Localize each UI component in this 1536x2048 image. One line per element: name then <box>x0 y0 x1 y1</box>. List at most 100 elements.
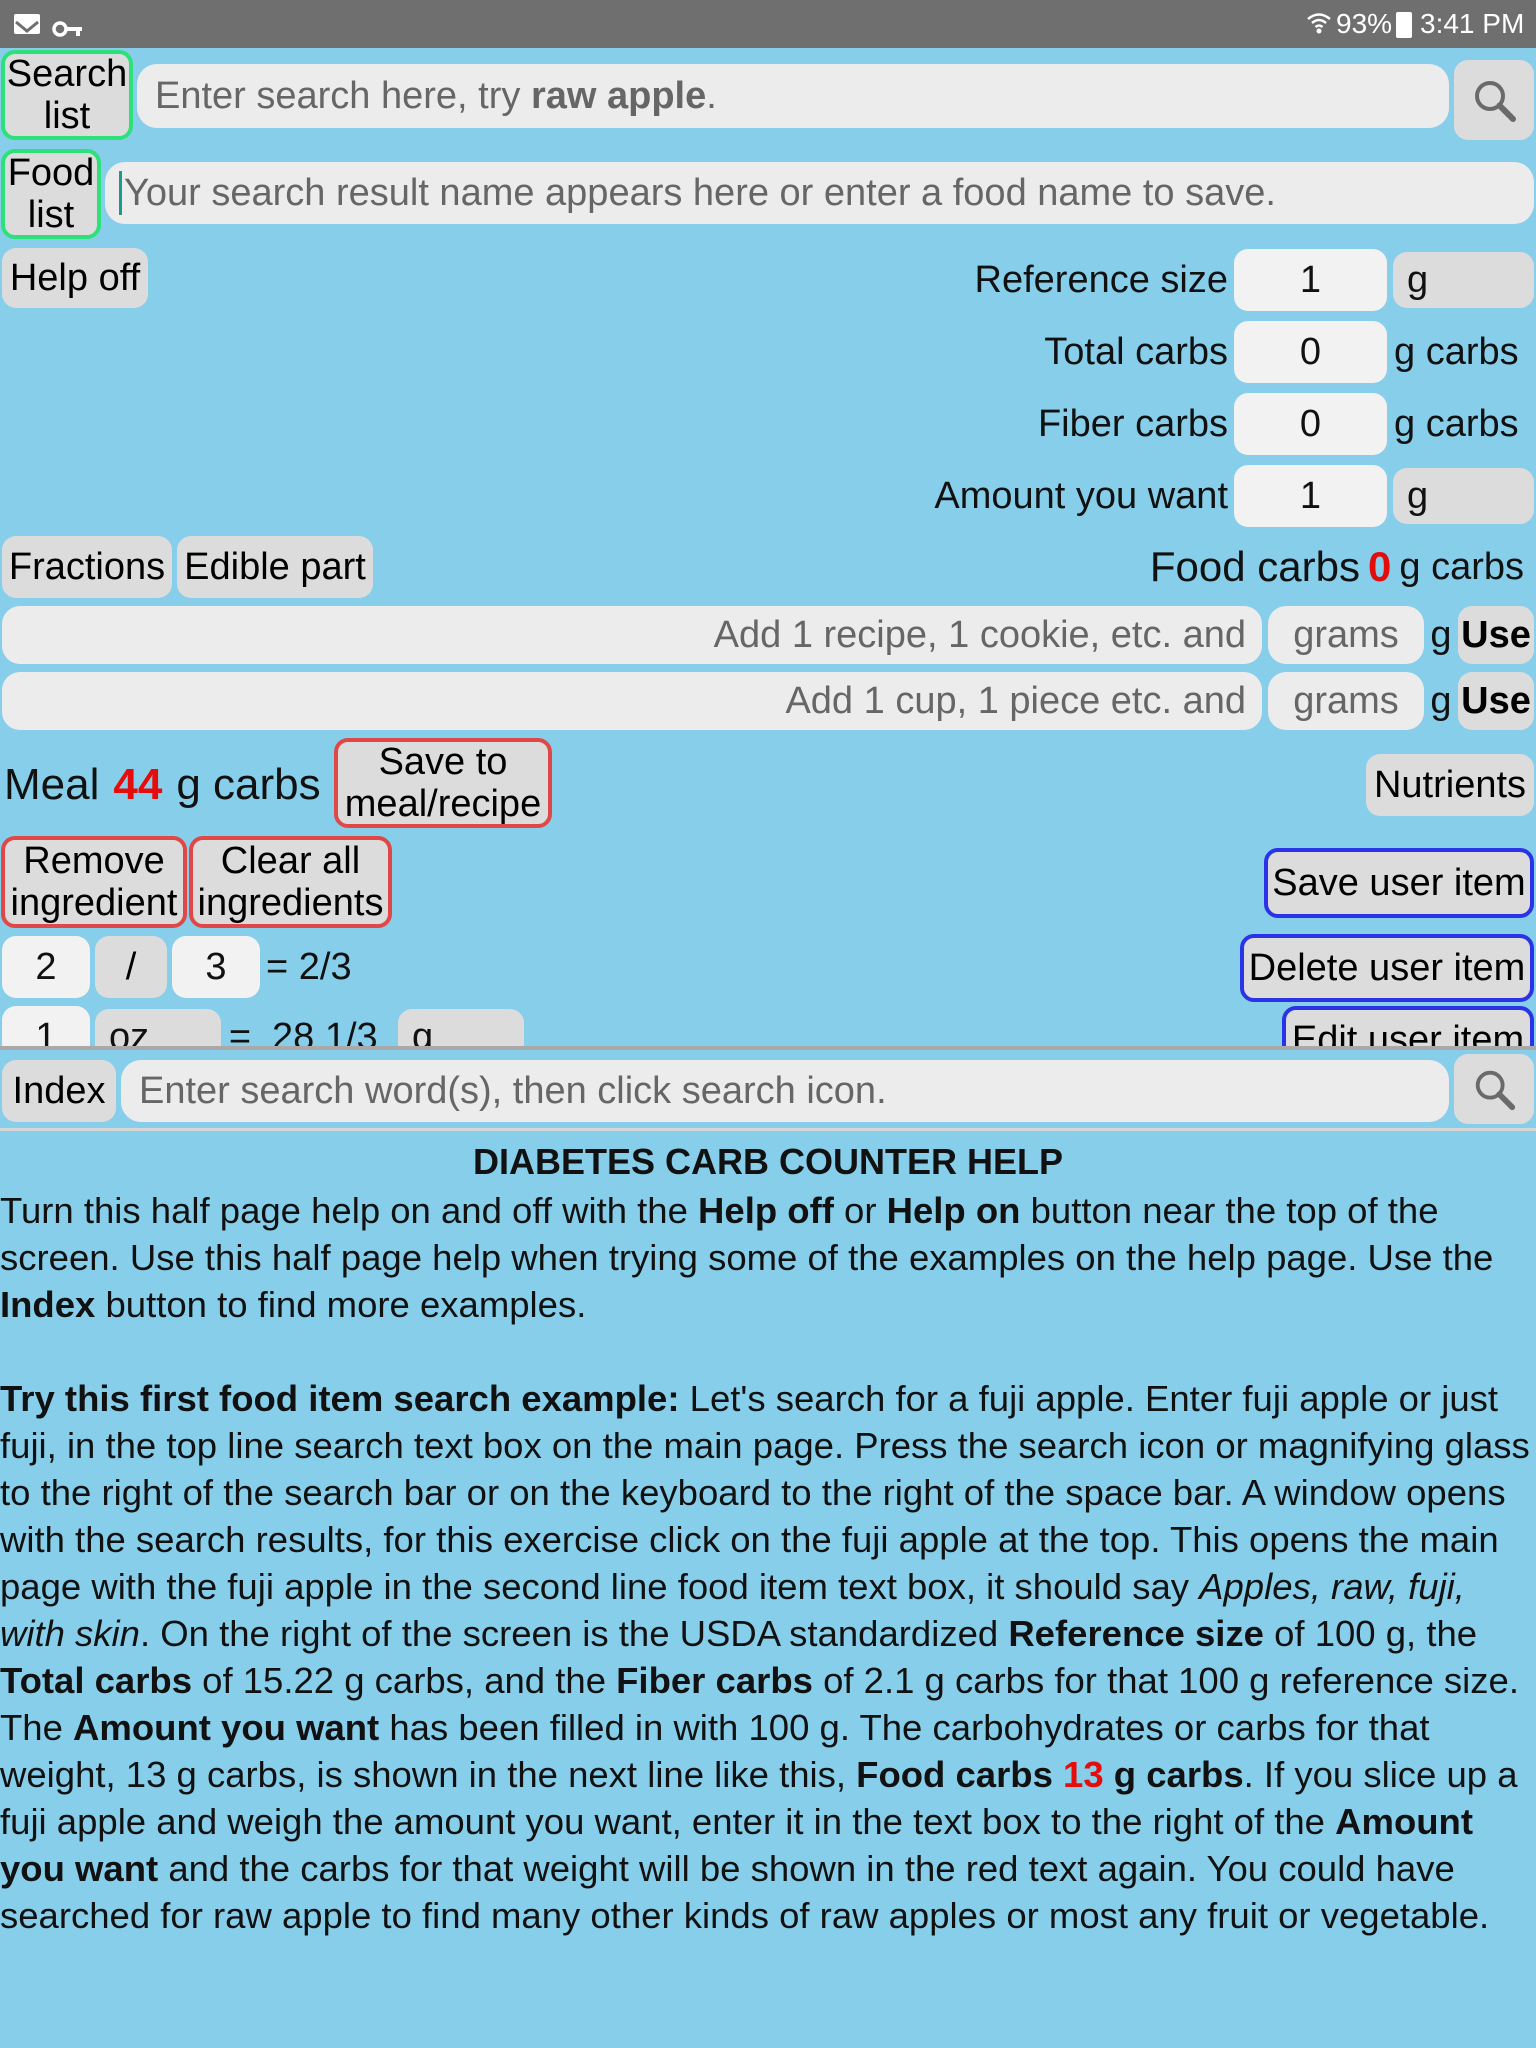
help-text-run: Try this first food item search example: <box>0 1378 680 1419</box>
meal-readout: Meal 44 g carbs <box>4 752 332 818</box>
add-cup-placeholder: Add 1 cup, 1 piece etc. and <box>785 679 1246 722</box>
help-text-run: Fiber carbs <box>616 1660 813 1701</box>
search-button[interactable] <box>1454 60 1534 140</box>
fraction-denominator-input[interactable]: 3 <box>172 936 260 998</box>
food-list-button[interactable]: Food list <box>1 149 101 239</box>
convert-result: 28 1/3 <box>272 1015 378 1047</box>
help-text-run: Help on <box>886 1190 1021 1231</box>
reference-size-unit-select[interactable]: g <box>1393 252 1534 308</box>
index-search-placeholder: Enter search word(s), then click search … <box>139 1069 887 1112</box>
help-text-run: of 100 g, the <box>1263 1613 1478 1654</box>
add-recipe-grams-input[interactable]: grams <box>1268 606 1424 664</box>
search-icon <box>1475 81 1516 122</box>
add-recipe-input[interactable]: Add 1 recipe, 1 cookie, etc. and <box>2 606 1262 664</box>
battery-icon <box>1396 12 1412 38</box>
index-search-button[interactable] <box>1454 1054 1534 1124</box>
add-cup-use-button[interactable]: Use <box>1458 672 1534 730</box>
food-name-placeholder: Your search result name appears here or … <box>124 171 1276 214</box>
add-recipe-placeholder: Add 1 recipe, 1 cookie, etc. and <box>713 613 1246 656</box>
save-user-item-button[interactable]: Save user item <box>1264 848 1534 918</box>
reference-size-input[interactable]: 1 <box>1234 249 1387 311</box>
clear-all-ingredients-button[interactable]: Clear all ingredients <box>189 836 392 928</box>
amount-label: Amount you want <box>934 474 1228 517</box>
convert-unit2-select[interactable]: g <box>398 1009 524 1046</box>
save-to-meal-button[interactable]: Save to meal/recipe <box>334 738 552 828</box>
search-placeholder-end: . <box>706 74 717 117</box>
battery-percent: 93% <box>1336 8 1393 39</box>
help-text-run: and the carbs for that weight will be sh… <box>0 1848 1490 1936</box>
edible-part-button[interactable]: Edible part <box>177 536 373 598</box>
status-bar: 93% 3:41 PM <box>0 0 1536 48</box>
help-text-run: of 15.22 g carbs, and the <box>192 1660 617 1701</box>
wifi-icon <box>1306 10 1332 36</box>
divider <box>0 1046 1536 1050</box>
help-spacer <box>0 1328 1536 1375</box>
help-off-button[interactable]: Help off <box>2 248 148 308</box>
delete-user-item-button[interactable]: Delete user item <box>1240 934 1534 1002</box>
food-carbs-label: Food carbs <box>1149 543 1361 590</box>
help-text-run: Amount you want <box>73 1707 380 1748</box>
fraction-result: = 2/3 <box>266 945 352 988</box>
help-text-run: Index <box>0 1284 96 1325</box>
mail-icon <box>14 14 40 34</box>
index-search-input[interactable]: Enter search word(s), then click search … <box>121 1060 1449 1122</box>
clock: 3:41 PM <box>1420 8 1525 39</box>
help-text-run: g carbs <box>1103 1754 1244 1795</box>
add-recipe-use-button[interactable]: Use <box>1458 606 1534 664</box>
add-cup-grams-input[interactable]: grams <box>1268 672 1424 730</box>
convert-unit-select[interactable]: oz <box>95 1009 221 1046</box>
help-paragraph-1: Turn this half page help on and off with… <box>0 1187 1536 1328</box>
fraction-numerator-input[interactable]: 2 <box>2 936 90 998</box>
fiber-carbs-unit: g carbs <box>1394 402 1519 445</box>
meal-label: Meal <box>4 760 100 809</box>
amount-input[interactable]: 1 <box>1234 465 1387 527</box>
fiber-carbs-label: Fiber carbs <box>1037 402 1228 445</box>
reference-size-label: Reference size <box>974 258 1228 301</box>
key-icon <box>52 14 84 37</box>
help-text-run: Total carbs <box>0 1660 193 1701</box>
help-text-run: Reference size <box>1008 1613 1264 1654</box>
index-button[interactable]: Index <box>2 1060 116 1122</box>
divider <box>0 1128 1536 1131</box>
total-carbs-unit: g carbs <box>1394 330 1519 373</box>
food-carbs-readout: Food carbs 0 g carbs <box>900 536 1524 598</box>
search-placeholder: Enter search here, try <box>155 74 531 117</box>
food-carbs-unit: g carbs <box>1399 545 1524 588</box>
help-title: DIABETES CARB COUNTER HELP <box>472 1141 1064 1182</box>
help-text-run: . On the right of the screen is the USDA… <box>139 1613 1009 1654</box>
search-input[interactable]: Enter search here, try raw apple. <box>137 64 1449 128</box>
help-panel: DIABETES CARB COUNTER HELP Turn this hal… <box>0 1134 1536 2048</box>
nutrients-button[interactable]: Nutrients <box>1366 754 1534 816</box>
food-carbs-value: 0 <box>1368 543 1392 590</box>
text-cursor <box>119 171 122 215</box>
scroll-clip-area: 1 oz = 28 1/3 g Edit user item <box>0 1006 1536 1046</box>
help-text-run: button to find more examples. <box>95 1284 587 1325</box>
fraction-slash-button[interactable]: / <box>95 936 167 998</box>
help-text-run: Food carbs <box>856 1754 1064 1795</box>
search-icon <box>1475 1070 1516 1111</box>
add-cup-grams-placeholder: grams <box>1293 679 1399 722</box>
fiber-carbs-input[interactable]: 0 <box>1234 393 1387 455</box>
add-cup-input[interactable]: Add 1 cup, 1 piece etc. and <box>2 672 1262 730</box>
fractions-button[interactable]: Fractions <box>2 536 172 598</box>
total-carbs-label: Total carbs <box>1044 330 1228 373</box>
amount-unit-select[interactable]: g <box>1393 468 1534 524</box>
help-text-run: Help off <box>698 1190 834 1231</box>
help-text-run: or <box>833 1190 887 1231</box>
help-paragraph-2: Try this first food item search example:… <box>0 1375 1536 1939</box>
convert-equals: = <box>228 1015 252 1047</box>
search-placeholder-bold: raw apple <box>530 74 707 117</box>
add-recipe-grams-placeholder: grams <box>1293 613 1399 656</box>
add-recipe-g-label: g <box>1430 613 1452 656</box>
edit-user-item-button[interactable]: Edit user item <box>1282 1006 1534 1046</box>
add-cup-g-label: g <box>1430 679 1452 722</box>
search-list-button[interactable]: Search list <box>1 50 133 140</box>
meal-unit: g carbs <box>176 760 321 809</box>
remove-ingredient-button[interactable]: Remove ingredient <box>1 836 187 928</box>
meal-value: 44 <box>113 760 163 809</box>
help-text-run: 13 <box>1063 1754 1104 1795</box>
convert-quantity-input[interactable]: 1 <box>2 1006 90 1046</box>
food-name-input[interactable]: Your search result name appears here or … <box>105 162 1534 224</box>
total-carbs-input[interactable]: 0 <box>1234 321 1387 383</box>
help-text-run: Turn this half page help on and off with… <box>0 1190 699 1231</box>
